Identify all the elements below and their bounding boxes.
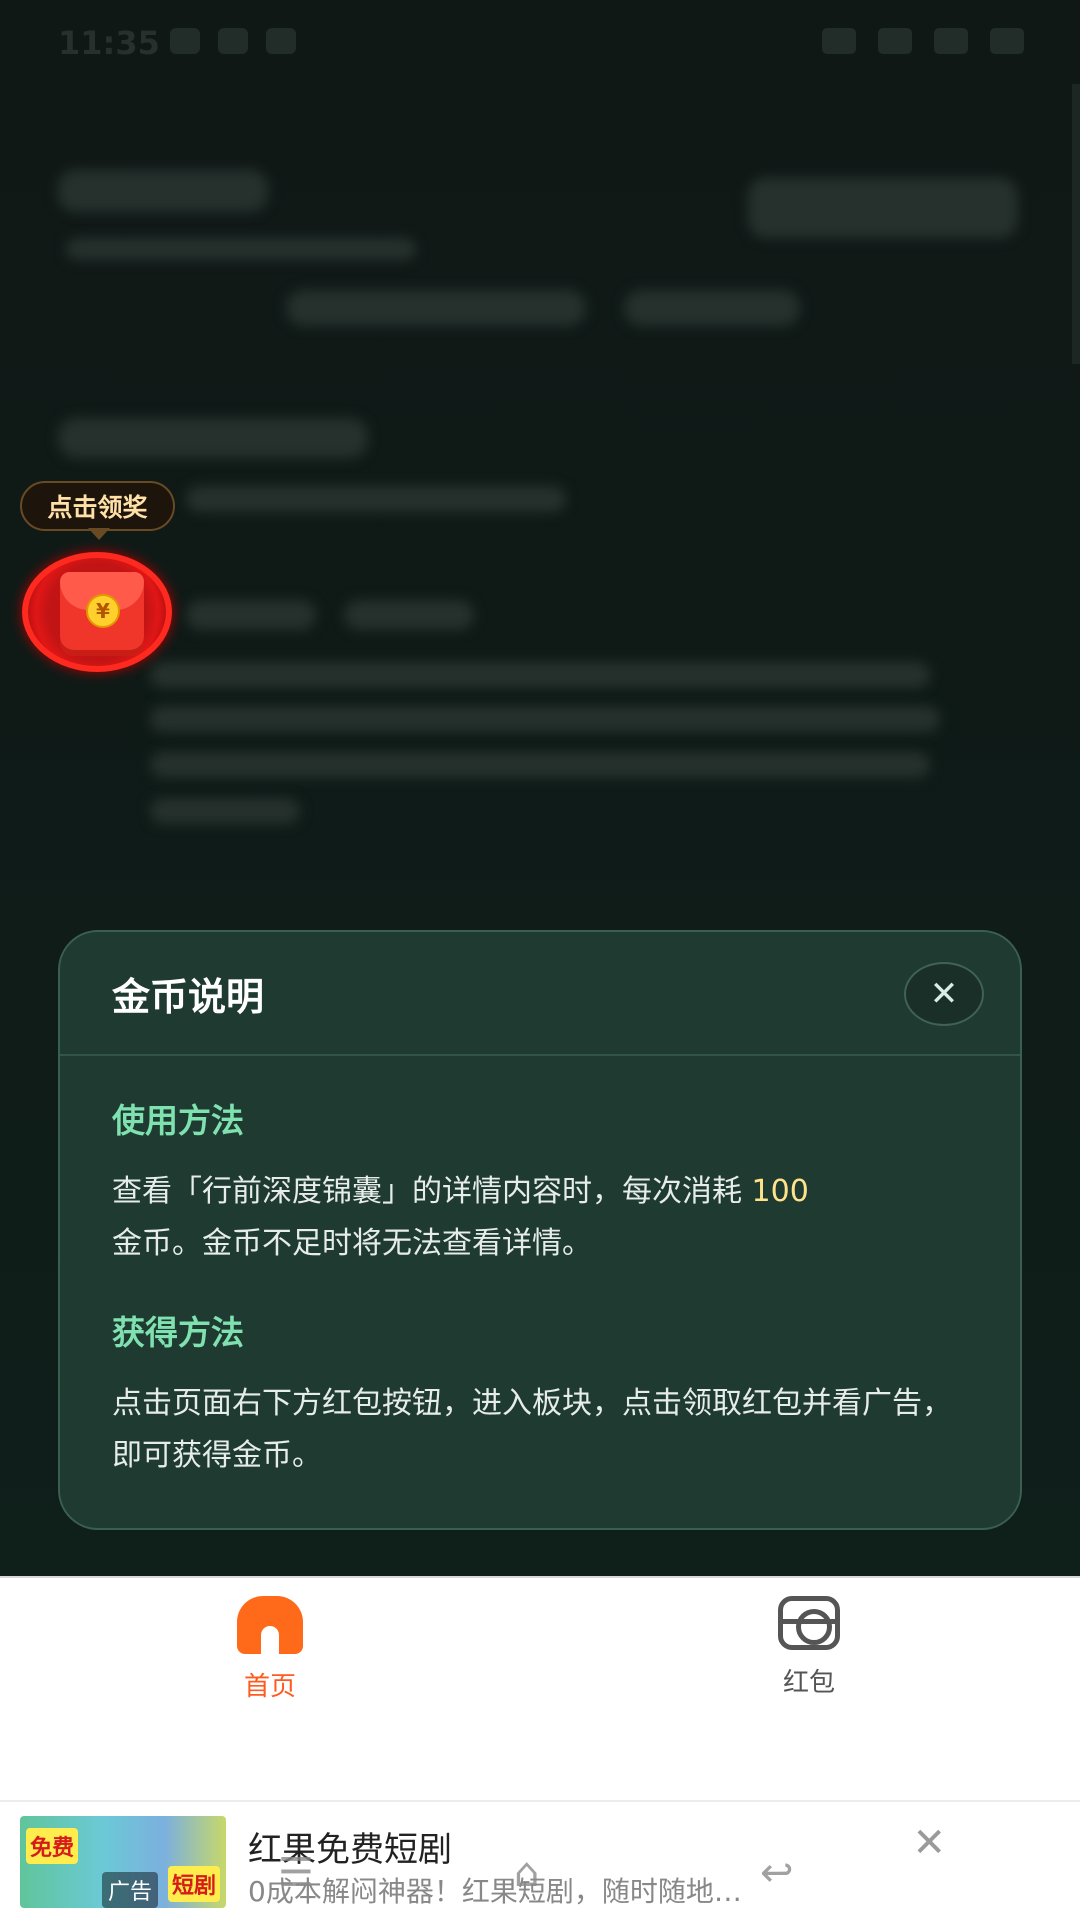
blurred-block bbox=[150, 662, 930, 688]
red-envelope-button[interactable]: ¥ bbox=[22, 552, 172, 672]
blurred-block bbox=[150, 752, 930, 778]
earn-text: 点击页面右下方红包按钮，进入板块，点击领取红包并看广告，即可获得金币。 bbox=[112, 1386, 952, 1473]
camera-icon bbox=[218, 28, 248, 54]
status-notification-icons bbox=[170, 28, 296, 54]
sync-icon bbox=[170, 28, 200, 54]
ad-thumbnail: 免费 广告 短剧 bbox=[20, 1816, 226, 1908]
back-icon[interactable]: ↩ bbox=[760, 1850, 794, 1896]
tab-home[interactable]: 首页 bbox=[170, 1596, 370, 1703]
network-speed-icon bbox=[822, 28, 856, 54]
tab-red-packet-label: 红包 bbox=[782, 1668, 835, 1698]
ad-thumb-text-left: 免费 bbox=[26, 1828, 79, 1864]
blurred-block bbox=[344, 600, 474, 630]
dialog-title: 金币说明 bbox=[112, 974, 265, 1019]
dialog-body: 使用方法 查看「行前深度锦囊」的详情内容时，每次消耗 100 金币。金币不足时将无… bbox=[60, 1056, 1020, 1482]
blurred-block bbox=[58, 418, 368, 458]
sim-icon bbox=[878, 28, 912, 54]
menu-icon[interactable]: ☰ bbox=[278, 1850, 314, 1896]
ad-badge: 广告 bbox=[102, 1872, 159, 1908]
battery-icon bbox=[990, 28, 1024, 54]
bottom-tab-bar: 首页 红包 bbox=[0, 1576, 1080, 1800]
coin-cost-value: 100 bbox=[751, 1174, 809, 1209]
claim-reward-tooltip[interactable]: 点击领奖 bbox=[20, 481, 175, 531]
yuan-coin-icon: ¥ bbox=[86, 594, 120, 628]
home-icon bbox=[237, 1596, 303, 1654]
blurred-block bbox=[186, 600, 316, 630]
tab-home-label: 首页 bbox=[243, 1672, 296, 1702]
red-envelope-icon: ¥ bbox=[60, 572, 144, 656]
blurred-block bbox=[748, 178, 1018, 238]
blurred-block bbox=[66, 238, 416, 260]
tab-red-packet[interactable]: 红包 bbox=[709, 1596, 909, 1699]
ad-close-icon[interactable]: ✕ bbox=[912, 1820, 946, 1866]
usage-text-after: 金币。金币不足时将无法查看详情。 bbox=[112, 1226, 592, 1261]
ad-thumb-text-right: 短剧 bbox=[167, 1866, 220, 1902]
earn-heading: 获得方法 bbox=[112, 1313, 244, 1352]
coin-info-dialog: 金币说明 ✕ 使用方法 查看「行前深度锦囊」的详情内容时，每次消耗 100 金币。… bbox=[58, 930, 1022, 1530]
scrollbar[interactable] bbox=[1072, 84, 1080, 364]
blurred-block bbox=[150, 798, 300, 824]
dialog-header: 金币说明 ✕ bbox=[60, 932, 1020, 1056]
usage-text: 查看「行前深度锦囊」的详情内容时，每次消耗 100 金币。金币不足时将无法查看详情… bbox=[112, 1166, 968, 1270]
system-home-icon[interactable]: ⌂ bbox=[514, 1850, 539, 1896]
blurred-block bbox=[286, 290, 586, 326]
status-time: 11:35 bbox=[58, 24, 160, 62]
blurred-block bbox=[624, 290, 800, 326]
status-bar: 11:35 bbox=[0, 0, 1080, 84]
ad-banner[interactable]: 免费 广告 短剧 红果免费短剧 0成本解闷神器！红果短剧，随时随地… ✕ bbox=[0, 1800, 1080, 1920]
bulb-icon bbox=[266, 28, 296, 54]
blurred-block bbox=[58, 170, 268, 212]
usage-heading: 使用方法 bbox=[112, 1101, 244, 1140]
red-packet-icon bbox=[778, 1596, 840, 1650]
tooltip-tail bbox=[88, 528, 110, 540]
close-button[interactable]: ✕ bbox=[904, 962, 984, 1026]
status-system-icons bbox=[822, 28, 1024, 54]
wifi-icon bbox=[934, 28, 968, 54]
usage-text-before: 查看「行前深度锦囊」的详情内容时，每次消耗 bbox=[112, 1174, 752, 1209]
blurred-block bbox=[186, 486, 566, 512]
app-root: 11:35 点击领奖 ¥ 金币说明 ✕ 使用方法 查看「行前深度锦囊」的详情内容… bbox=[0, 0, 1080, 1920]
blurred-block bbox=[150, 706, 940, 732]
